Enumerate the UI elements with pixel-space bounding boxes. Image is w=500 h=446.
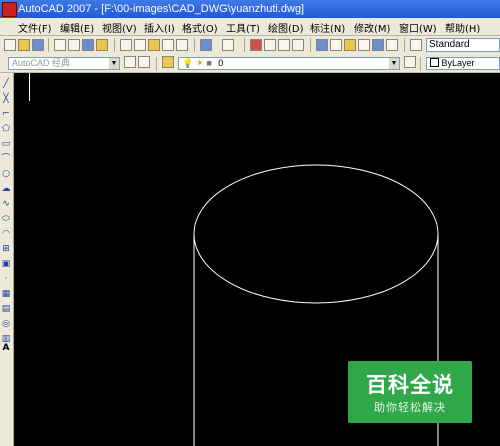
- menu-dimension[interactable]: 标注(N): [310, 20, 345, 35]
- menu-bar: 文件(F) 编辑(E) 视图(V) 插入(I) 格式(O) 工具(T) 绘图(D…: [0, 18, 500, 36]
- menu-modify[interactable]: 修改(M): [354, 20, 390, 35]
- open-folder-icon[interactable]: [18, 39, 30, 51]
- ellipse-arc-icon[interactable]: ◠: [1, 229, 11, 239]
- workspace-settings-icon[interactable]: [124, 56, 136, 68]
- revision-cloud-icon[interactable]: ☁: [1, 184, 11, 194]
- menu-insert[interactable]: 插入(I): [144, 20, 175, 35]
- redo-icon[interactable]: [222, 39, 234, 51]
- zoom-realtime-icon[interactable]: [264, 39, 276, 51]
- markup-set-icon[interactable]: [372, 39, 384, 51]
- sheet-set-icon[interactable]: [358, 39, 370, 51]
- save-workspace-icon[interactable]: [138, 56, 150, 68]
- autocad-app-icon[interactable]: [2, 2, 17, 17]
- save-icon[interactable]: [32, 39, 44, 51]
- workspace-select[interactable]: AutoCAD 经典 ▼: [8, 57, 120, 70]
- construction-line-icon[interactable]: ╳: [1, 94, 11, 104]
- pan-icon[interactable]: [250, 39, 262, 51]
- arc-icon[interactable]: ⌒: [1, 154, 11, 164]
- circle-icon[interactable]: ○: [1, 169, 11, 179]
- cut-icon[interactable]: [120, 39, 132, 51]
- layer-name: 0: [218, 58, 224, 68]
- layer-lock-icon: ■: [206, 58, 212, 68]
- rectangle-icon[interactable]: ▭: [1, 139, 11, 149]
- publish-icon[interactable]: [82, 39, 94, 51]
- menu-format[interactable]: 格式(O): [182, 20, 218, 35]
- tool-palettes-icon[interactable]: [344, 39, 356, 51]
- multiline-text-icon[interactable]: A: [1, 343, 11, 353]
- layer-freeze-icon: ☀: [195, 58, 204, 68]
- spline-icon[interactable]: ∿: [1, 199, 11, 209]
- menu-view[interactable]: 视图(V): [102, 20, 137, 35]
- make-object-layer-current-icon[interactable]: [404, 56, 416, 68]
- undo-icon[interactable]: [200, 39, 212, 51]
- color-swatch-icon: [430, 58, 439, 67]
- title-bar: AutoCAD 2007 - [F:\00-images\CAD_DWG\yua…: [0, 0, 500, 18]
- plot-icon[interactable]: [54, 39, 66, 51]
- watermark-title: 百科全说: [366, 373, 454, 397]
- ellipse-icon[interactable]: ⬭: [1, 214, 11, 224]
- chevron-down-icon[interactable]: ▼: [389, 58, 399, 69]
- quickcalc-icon[interactable]: [386, 39, 398, 51]
- gradient-icon[interactable]: ▤: [1, 304, 11, 314]
- layer-select[interactable]: 💡 ☀ ■ 0 ▼: [178, 57, 400, 70]
- workspace-value: AutoCAD 经典: [12, 58, 71, 68]
- text-style-icon[interactable]: [410, 39, 422, 51]
- polygon-icon[interactable]: ⬠: [1, 124, 11, 134]
- region-icon[interactable]: ◎: [1, 319, 11, 329]
- draw-toolbar: ╱ ╳ ⌐ ⬠ ▭ ⌒ ○ ☁ ∿ ⬭ ◠ ⊞ ▣ · ▦ ▤ ◎ ▥ A: [0, 73, 14, 446]
- text-style-select[interactable]: Standard: [426, 38, 500, 52]
- hatch-icon[interactable]: ▦: [1, 289, 11, 299]
- zoom-previous-icon[interactable]: [292, 39, 304, 51]
- layer-manager-icon[interactable]: [162, 56, 174, 68]
- properties-icon[interactable]: [316, 39, 328, 51]
- plot-preview-icon[interactable]: [68, 39, 80, 51]
- menu-edit[interactable]: 编辑(E): [60, 20, 94, 35]
- insert-block-icon[interactable]: ⊞: [1, 244, 11, 254]
- standard-toolbar: Standard: [0, 36, 500, 56]
- block-editor-icon[interactable]: [176, 39, 188, 51]
- point-icon[interactable]: ·: [1, 274, 11, 284]
- menu-help[interactable]: 帮助(H): [445, 20, 480, 35]
- crosshair-cursor: [29, 73, 30, 101]
- chevron-down-icon[interactable]: ▼: [109, 58, 119, 69]
- watermark-badge: 百科全说 助你轻松解决: [348, 361, 472, 423]
- layer-on-icon: 💡: [182, 58, 194, 68]
- window-title: AutoCAD 2007 - [F:\00-images\CAD_DWG\yua…: [18, 3, 305, 15]
- color-select[interactable]: ByLayer: [426, 57, 500, 70]
- paste-icon[interactable]: [148, 39, 160, 51]
- make-block-icon[interactable]: ▣: [1, 259, 11, 269]
- design-center-icon[interactable]: [330, 39, 342, 51]
- layers-toolbar: AutoCAD 经典 ▼ 💡 ☀ ■ 0 ▼ ByLayer: [0, 55, 500, 73]
- match-properties-icon[interactable]: [162, 39, 174, 51]
- cylinder-top-ellipse[interactable]: [193, 164, 439, 304]
- color-value: ByLayer: [441, 58, 475, 68]
- menu-tools[interactable]: 工具(T): [226, 20, 260, 35]
- line-icon[interactable]: ╱: [1, 79, 11, 89]
- watermark-subtitle: 助你轻松解决: [374, 401, 446, 414]
- copy-icon[interactable]: [134, 39, 146, 51]
- menu-file[interactable]: 文件(F): [18, 20, 52, 35]
- polyline-icon[interactable]: ⌐: [1, 109, 11, 119]
- new-file-icon[interactable]: [4, 39, 16, 51]
- menu-draw[interactable]: 绘图(D): [268, 20, 304, 35]
- menu-window[interactable]: 窗口(W): [399, 20, 437, 35]
- zoom-window-icon[interactable]: [278, 39, 290, 51]
- 3d-dwf-icon[interactable]: [96, 39, 108, 51]
